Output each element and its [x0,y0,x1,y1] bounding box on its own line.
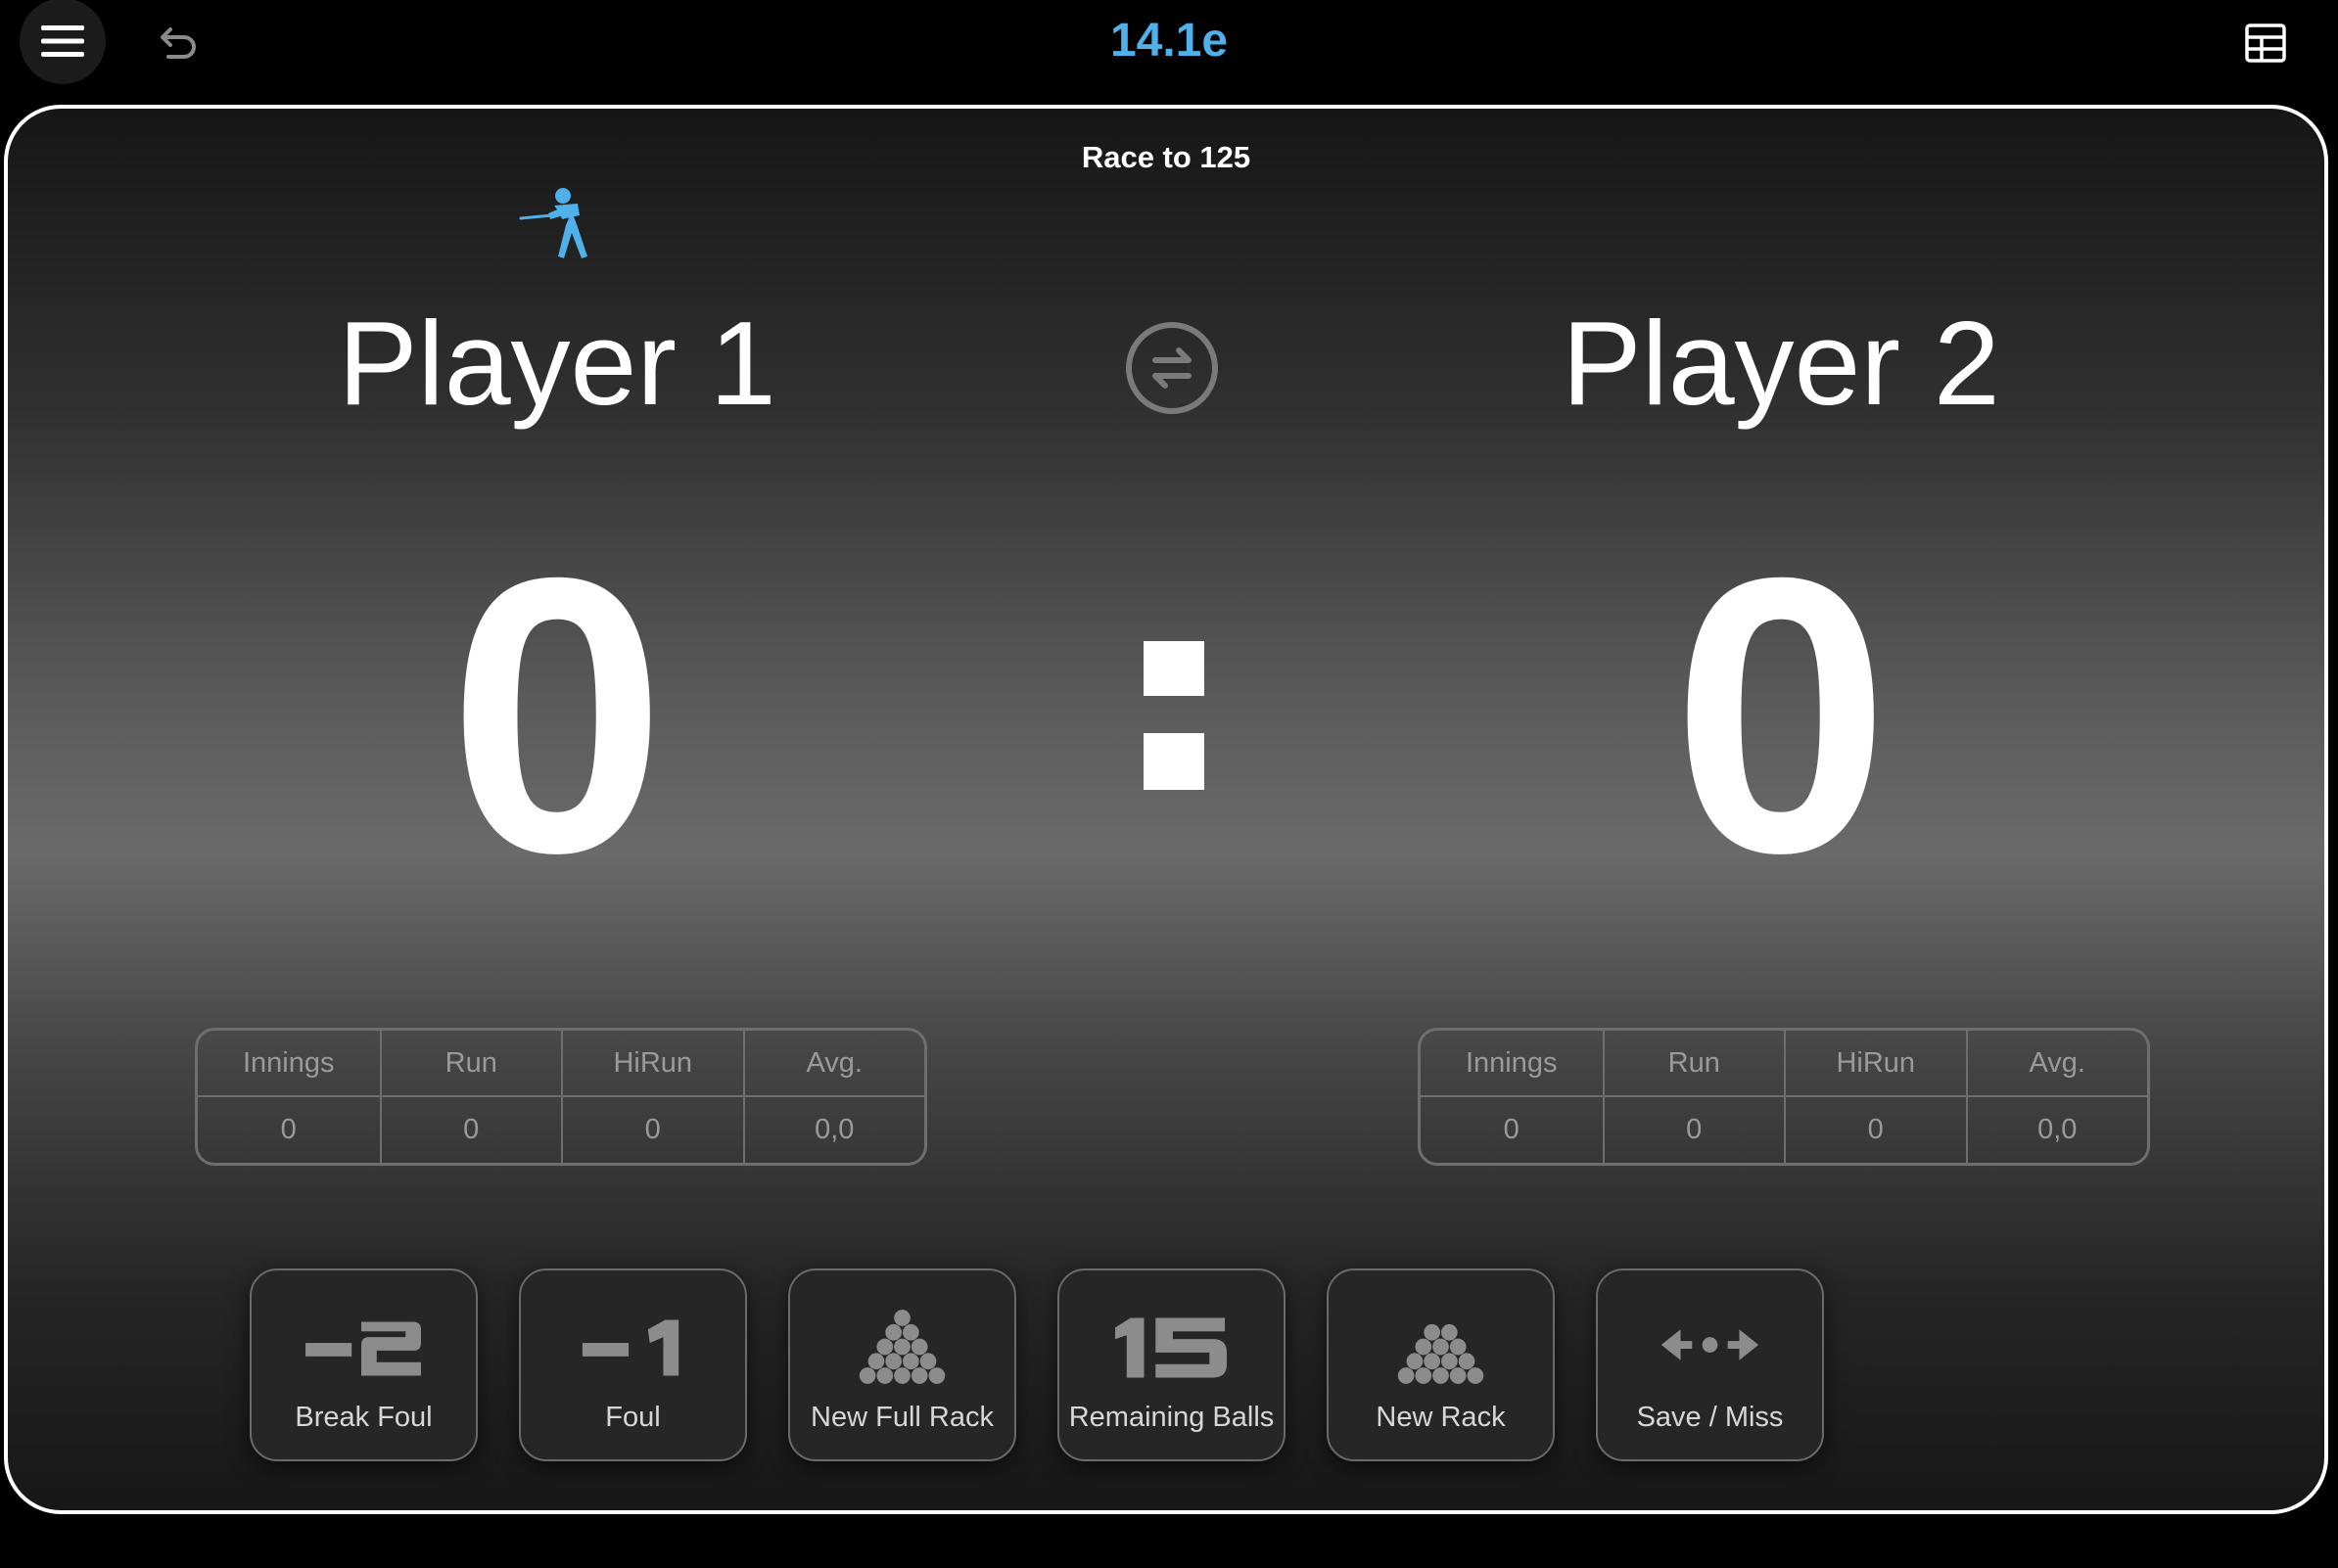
player-1-score[interactable]: 0 [68,500,1047,931]
run-header: Run [1602,1031,1784,1097]
rack-triangle-icon [1397,1323,1484,1384]
player-2-name[interactable]: Player 2 [1291,295,2270,432]
new-full-rack-button[interactable]: New Full Rack [788,1268,1016,1461]
scoreboard-panel: Race to 125 Player 1 Player 2 0 0 Inning… [4,105,2328,1514]
pool-player-icon [519,186,609,268]
save-miss-arrows-icon [1660,1329,1759,1360]
minus-two-icon [305,1321,421,1376]
table-grid-icon [2245,23,2286,63]
new-rack-button[interactable]: New Rack [1327,1268,1555,1461]
swap-players-icon [1126,322,1218,414]
score-separator-bottom [1144,733,1204,790]
player-2-score[interactable]: 0 [1291,500,2270,931]
swap-players-button[interactable] [1124,320,1220,416]
save-miss-button[interactable]: Save / Miss [1596,1268,1824,1461]
player-1-name[interactable]: Player 1 [68,295,1047,432]
table-view-button[interactable] [2242,20,2289,67]
player-1-stats-table: Innings Run HiRun Avg. 0 0 0 0,0 [195,1028,927,1166]
minus-one-icon [582,1319,679,1376]
remaining-balls-label: Remaining Balls [1068,1402,1275,1433]
player-2-stats-table: Innings Run HiRun Avg. 0 0 0 0,0 [1418,1028,2150,1166]
break-foul-button[interactable]: Break Foul [250,1268,478,1461]
app-title: 14.1e [1109,15,1229,67]
run-value: 0 [379,1097,562,1163]
run-header: Run [379,1031,561,1097]
hirun-value: 0 [561,1097,743,1163]
break-foul-label: Break Foul [295,1402,433,1433]
hirun-header: HiRun [561,1031,743,1097]
race-to-label: Race to 125 [1081,140,1251,174]
new-rack-label: New Rack [1376,1402,1506,1433]
score-separator-top [1144,641,1204,696]
avg-value: 0,0 [1965,1097,2148,1163]
save-miss-label: Save / Miss [1636,1402,1784,1433]
avg-value: 0,0 [742,1097,925,1163]
run-value: 0 [1602,1097,1785,1163]
foul-label: Foul [605,1402,661,1433]
innings-value: 0 [1503,1114,1520,1145]
foul-button[interactable]: Foul [519,1268,747,1461]
innings-header: Innings [1421,1031,1603,1097]
avg-header: Avg. [1965,1031,2147,1097]
top-bar: 14.1e [0,0,2338,102]
new-full-rack-label: New Full Rack [811,1402,994,1433]
full-rack-triangle-icon [859,1310,946,1384]
hirun-header: HiRun [1784,1031,1966,1097]
innings-header: Innings [198,1031,380,1097]
remaining-balls-button[interactable]: Remaining Balls [1057,1268,1286,1461]
avg-header: Avg. [742,1031,924,1097]
hirun-value: 0 [1784,1097,1966,1163]
fifteen-icon [1115,1317,1228,1378]
innings-value: 0 [280,1114,297,1145]
